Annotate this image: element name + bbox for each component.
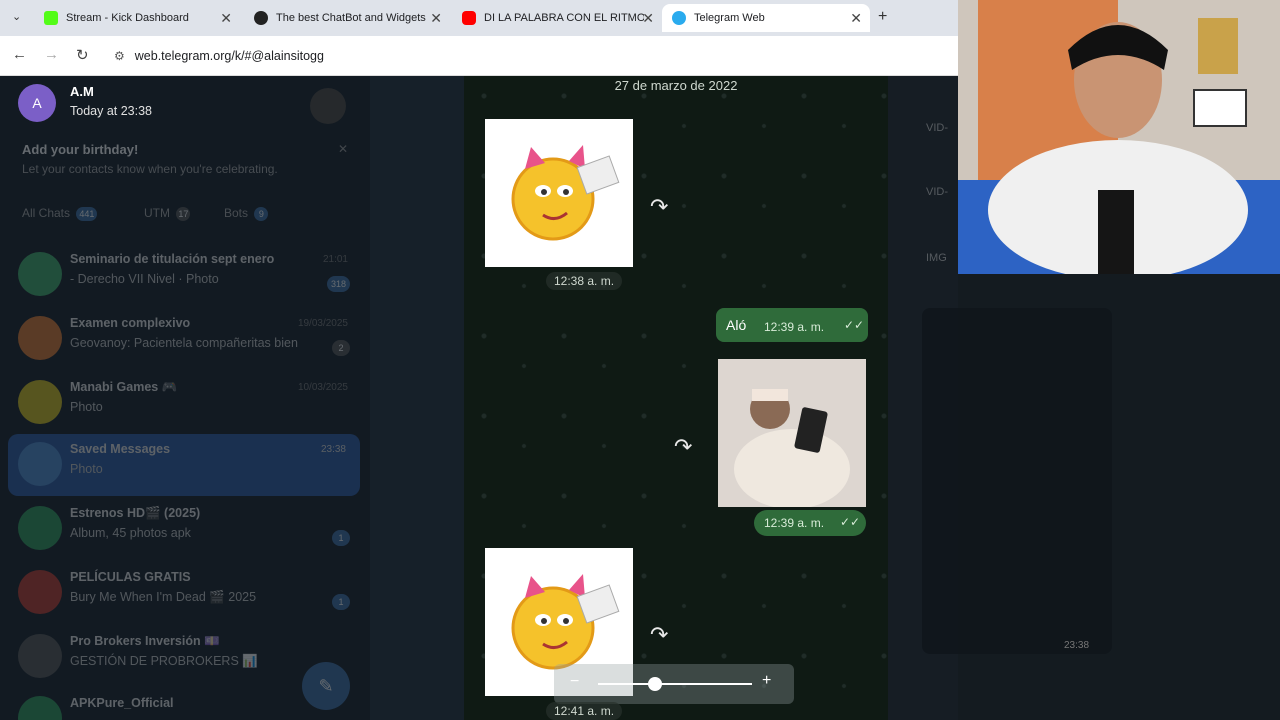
chat-sidebar: A A.M Today at 23:38 Add your birthday! … [0, 76, 370, 720]
date-header: 27 de marzo de 2022 [614, 78, 738, 93]
message-text: Aló [726, 317, 747, 333]
message-time: 12:41 a. m. [546, 702, 623, 720]
cat-sticker-icon [511, 145, 620, 241]
sender-avatar[interactable]: A [18, 84, 56, 122]
chat-item[interactable]: PELÍCULAS GRATIS Bury Me When I'm Dead 🎬… [0, 562, 362, 624]
webcam-person-image [958, 0, 1280, 274]
message-time: 12:39 a. m. [764, 320, 825, 334]
telegram-app: A A.M Today at 23:38 Add your birthday! … [0, 76, 958, 720]
shared-media-time: 23:38 [1064, 640, 1090, 651]
chat-item[interactable]: Seminario de titulación sept enero - Der… [0, 244, 362, 306]
sender-name: A.M [70, 84, 94, 99]
close-tab-icon[interactable]: ✕ [850, 10, 862, 27]
zoom-in-icon[interactable]: + [762, 672, 771, 690]
message-time: 12:39 a. m. [764, 516, 825, 530]
streamelements-icon [254, 11, 268, 25]
birthday-subtitle: Let your contacts know when you're celeb… [22, 162, 278, 176]
zoom-controls: − + [554, 664, 794, 704]
chat-item[interactable]: Manabi Games 🎮 Photo 10/03/2025 [0, 372, 362, 434]
outgoing-text-message[interactable]: Aló 12:39 a. m. ✓✓ [716, 308, 868, 342]
new-tab-icon[interactable]: + [878, 8, 887, 26]
viewer-sender-header: A A.M Today at 23:38 [18, 82, 358, 128]
media-viewer: 27 de marzo de 2022 ↷ 12:38 a. m. Aló 12… [464, 76, 888, 720]
address-bar[interactable]: ⚙ web.telegram.org/k/#@alainsitogg [106, 42, 946, 70]
site-info-icon[interactable]: ⚙ [114, 49, 125, 63]
forward-icon[interactable]: ↷ [650, 194, 668, 220]
photo-monkey[interactable] [718, 359, 866, 507]
close-tab-icon[interactable]: ✕ [642, 10, 654, 27]
dimmed-media-card [922, 308, 1112, 654]
telegram-right-region: 23:38 [922, 274, 1280, 720]
tab-chatbot-widgets[interactable]: The best ChatBot and Widgets ✕ [244, 4, 450, 32]
profile-avatar[interactable] [310, 88, 346, 124]
forward-icon[interactable]: → [44, 46, 59, 63]
tab-youtube[interactable]: DI LA PALABRA CON EL RITMO | ✕ [452, 4, 662, 32]
chat-avatar [18, 696, 62, 720]
tab-telegram-web[interactable]: Telegram Web ✕ [662, 4, 870, 32]
read-checks-icon: ✓✓ [844, 318, 865, 332]
shared-file-name[interactable]: VID- [926, 122, 948, 134]
birthday-banner[interactable]: Add your birthday! Let your contacts kno… [0, 132, 362, 186]
zoom-slider-track[interactable] [598, 683, 752, 685]
birthday-title: Add your birthday! [22, 142, 139, 157]
chat-column-dimmed [370, 76, 464, 720]
tab-title: Telegram Web [694, 12, 765, 24]
tab-kick-dashboard[interactable]: Stream - Kick Dashboard ✕ [34, 4, 240, 32]
reload-icon[interactable]: ↻ [76, 46, 89, 64]
url-text: web.telegram.org/k/#@alainsitogg [134, 49, 324, 63]
tab-bots[interactable]: Bots 9 [224, 206, 269, 221]
chat-avatar [18, 316, 62, 360]
chat-avatar [18, 380, 62, 424]
zoom-slider-handle[interactable] [648, 677, 662, 691]
read-checks-icon: ✓✓ [840, 515, 861, 529]
tab-list-dropdown-icon[interactable]: ⌄ [12, 10, 21, 23]
back-icon[interactable]: ← [12, 46, 27, 63]
close-tab-icon[interactable]: ✕ [430, 10, 442, 27]
message-time: 12:38 a. m. [546, 272, 623, 290]
shared-file-name[interactable]: IMG [926, 252, 947, 264]
tab-title: Stream - Kick Dashboard [66, 12, 189, 24]
close-area[interactable] [888, 666, 958, 706]
zoom-out-icon[interactable]: − [570, 673, 579, 691]
tab-utm[interactable]: UTM 17 [144, 206, 191, 221]
monkey-photo-icon [718, 359, 866, 507]
chat-avatar [18, 252, 62, 296]
bookmark-icon [18, 442, 62, 486]
youtube-icon [462, 11, 476, 25]
chat-avatar [18, 570, 62, 614]
close-tab-icon[interactable]: ✕ [220, 10, 232, 27]
folder-tabs: All Chats 441 UTM 17 Bots 9 [0, 194, 362, 232]
chat-item[interactable]: Estrenos HD🎬 (2025) Album, 45 photos apk… [0, 498, 362, 560]
tab-all-chats[interactable]: All Chats 441 [22, 206, 98, 221]
kick-icon [44, 11, 58, 25]
chat-avatar [18, 506, 62, 550]
new-message-button[interactable]: ✎ [302, 662, 350, 710]
chat-item-saved-messages[interactable]: Saved Messages Photo 23:38 [8, 434, 360, 496]
tab-title: The best ChatBot and Widgets [276, 12, 426, 24]
shared-file-name[interactable]: VID- [926, 186, 948, 198]
telegram-icon [672, 11, 686, 25]
tab-title: DI LA PALABRA CON EL RITMO | [484, 12, 644, 24]
webcam-overlay [958, 0, 1280, 274]
browser-tab-bar: ⌄ Stream - Kick Dashboard ✕ The best Cha… [0, 0, 958, 36]
photo-time-pill: 12:39 a. m. ✓✓ [754, 510, 866, 536]
chat-item[interactable]: Examen complexivo Geovanoy: Pacientela c… [0, 308, 362, 370]
forward-icon[interactable]: ↷ [674, 434, 692, 460]
sender-time: Today at 23:38 [70, 104, 153, 118]
browser-nav-bar: ← → ↻ ⚙ web.telegram.org/k/#@alainsitogg [0, 36, 958, 76]
forward-icon[interactable]: ↷ [650, 622, 668, 648]
close-icon[interactable]: ✕ [338, 142, 348, 156]
sticker-cat[interactable] [485, 119, 633, 267]
chat-avatar [18, 634, 62, 678]
